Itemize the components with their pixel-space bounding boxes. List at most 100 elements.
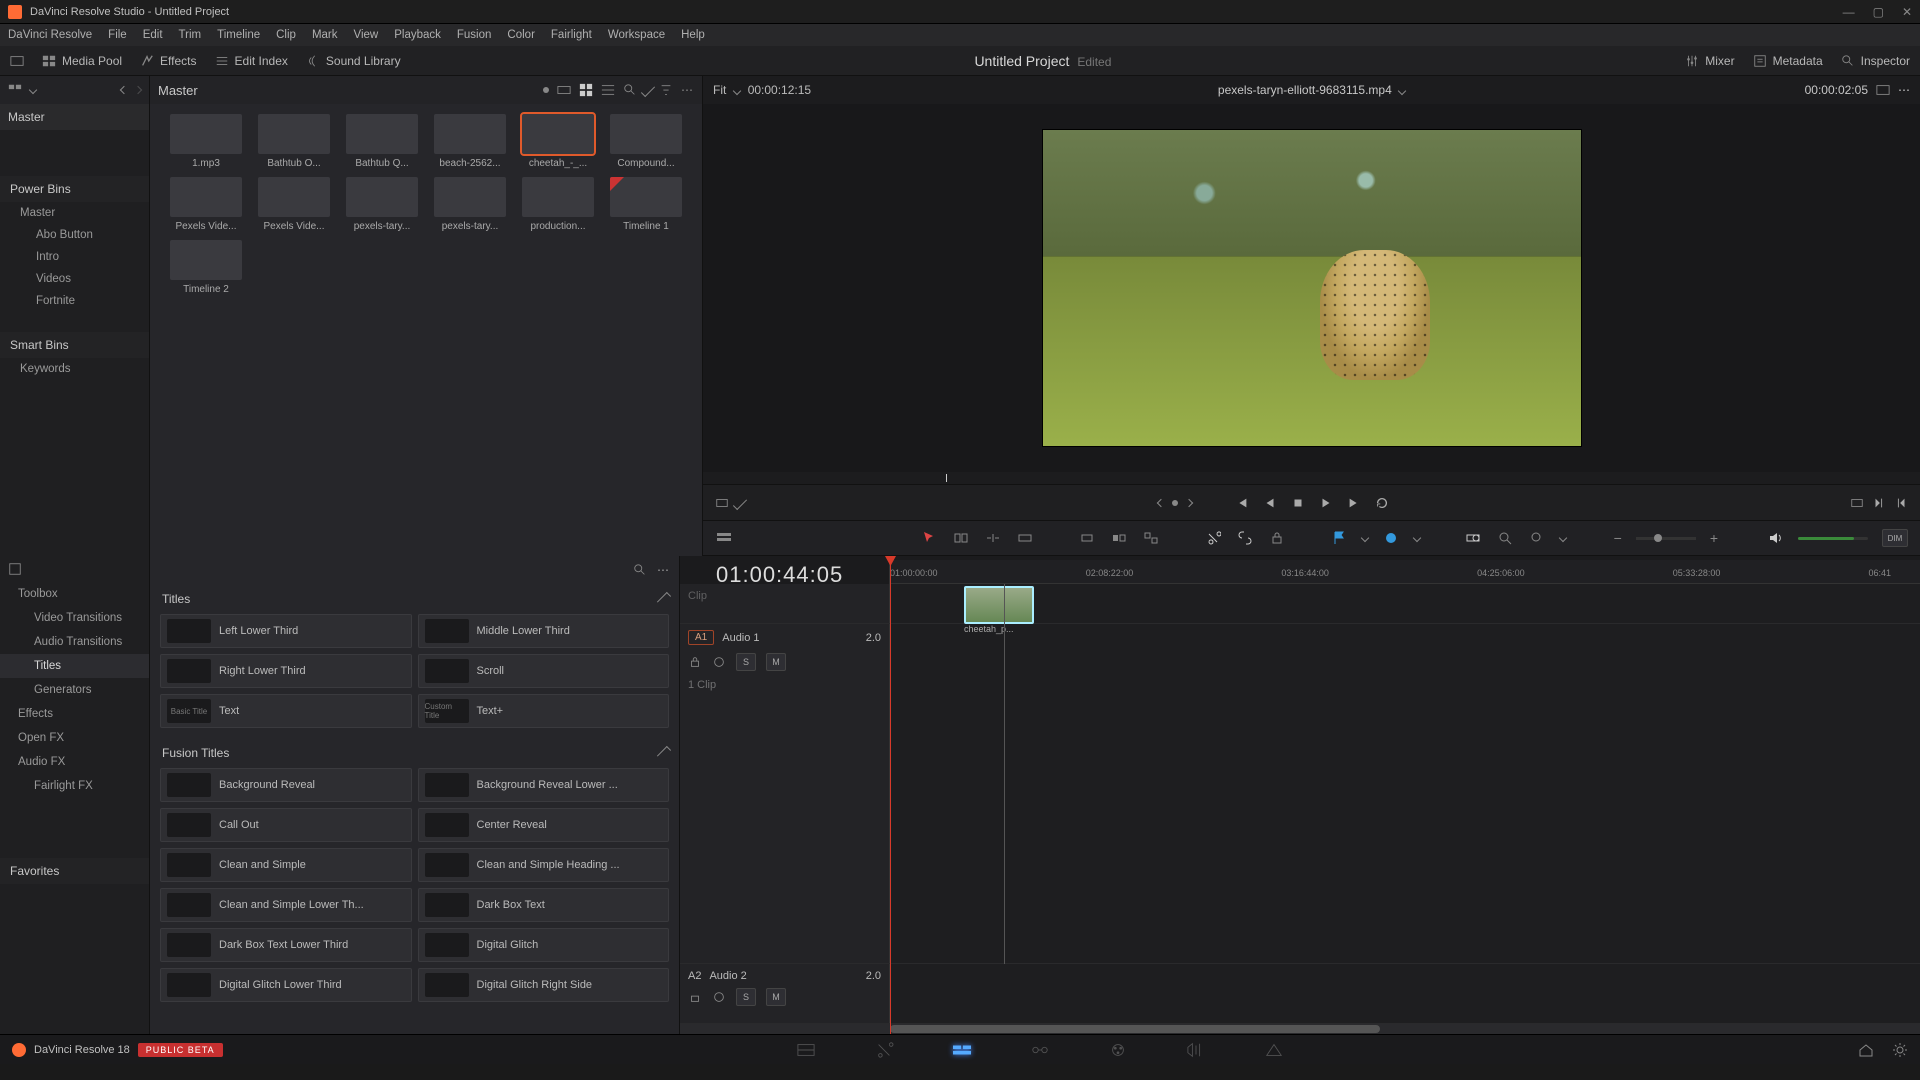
- loop-icon[interactable]: [1375, 496, 1389, 510]
- title-preset[interactable]: Middle Lower Third: [418, 614, 670, 648]
- media-thumb[interactable]: beach-2562...: [428, 114, 512, 169]
- flag-icon[interactable]: [1330, 529, 1348, 547]
- bin-item[interactable]: Intro: [0, 246, 149, 268]
- fx-search-icon[interactable]: [633, 563, 647, 577]
- dynamic-trim-icon[interactable]: [984, 529, 1002, 547]
- mark-in-icon[interactable]: [1872, 496, 1886, 510]
- fusion-title-preset[interactable]: Call Out: [160, 808, 412, 842]
- settings-icon[interactable]: [1892, 1042, 1908, 1058]
- fusion-title-preset[interactable]: Digital Glitch Right Side: [418, 968, 670, 1002]
- fusion-title-preset[interactable]: Dark Box Text: [418, 888, 670, 922]
- color-page-icon[interactable]: [1107, 1041, 1129, 1059]
- media-page-icon[interactable]: [795, 1041, 817, 1059]
- media-thumb[interactable]: pexels-tary...: [340, 177, 424, 232]
- viewer-options-icon[interactable]: [715, 496, 729, 510]
- dragging-clip[interactable]: [964, 586, 1034, 624]
- bin-view-icon[interactable]: [8, 83, 22, 97]
- minimize-button[interactable]: —: [1843, 5, 1855, 19]
- fx-panel-icon[interactable]: [8, 562, 22, 576]
- fit-dropdown[interactable]: Fit: [713, 83, 740, 97]
- blade-tool-icon[interactable]: [1016, 529, 1034, 547]
- bin-item[interactable]: Master: [0, 202, 149, 224]
- fx-category[interactable]: Fairlight FX: [0, 774, 149, 798]
- menu-edit[interactable]: Edit: [143, 29, 163, 41]
- viewer-clip-name[interactable]: pexels-taryn-elliott-9683115.mp4: [913, 83, 1710, 97]
- media-thumb[interactable]: pexels-tary...: [428, 177, 512, 232]
- mute-button[interactable]: M: [766, 653, 786, 671]
- titles-group-header[interactable]: Titles: [162, 592, 190, 606]
- fusion-title-preset[interactable]: Clean and Simple Lower Th...: [160, 888, 412, 922]
- edit-page-icon[interactable]: [951, 1041, 973, 1059]
- volume-slider[interactable]: [1798, 537, 1868, 540]
- bin-view-dropdown[interactable]: [29, 86, 37, 94]
- play-icon[interactable]: [1319, 496, 1333, 510]
- title-preset[interactable]: Basic TitleText: [160, 694, 412, 728]
- zoom-toggle-icon[interactable]: [1464, 529, 1482, 547]
- power-bins-header[interactable]: Power Bins: [0, 176, 149, 202]
- zoom-out-icon[interactable]: −: [1614, 530, 1622, 546]
- strip-view-icon[interactable]: [557, 83, 571, 97]
- media-thumb[interactable]: production...: [516, 177, 600, 232]
- fx-category[interactable]: Toolbox: [0, 582, 149, 606]
- fusion-page-icon[interactable]: [1029, 1041, 1051, 1059]
- track-header-a2[interactable]: A2 Audio 2 2.0 S M: [680, 964, 890, 1023]
- edit-index-toggle[interactable]: Edit Index: [215, 54, 288, 68]
- menu-timeline[interactable]: Timeline: [217, 29, 260, 41]
- next-clip-nav[interactable]: [1185, 498, 1193, 506]
- media-thumb[interactable]: Bathtub O...: [252, 114, 336, 169]
- playhead[interactable]: [890, 556, 891, 1034]
- track-body-a1[interactable]: cheetah_p...: [890, 624, 1920, 963]
- title-preset[interactable]: Right Lower Third: [160, 654, 412, 688]
- fusion-title-preset[interactable]: Background Reveal Lower ...: [418, 768, 670, 802]
- effects-toggle[interactable]: Effects: [140, 54, 196, 68]
- arrow-tool-icon[interactable]: [920, 529, 938, 547]
- sort-icon[interactable]: [659, 83, 673, 97]
- zoom-slider[interactable]: [1636, 537, 1696, 540]
- insert-clip-icon[interactable]: [1078, 529, 1096, 547]
- media-thumb[interactable]: Pexels Vide...: [164, 177, 248, 232]
- media-thumb[interactable]: 1.mp3: [164, 114, 248, 169]
- menu-file[interactable]: File: [108, 29, 127, 41]
- bin-item[interactable]: Keywords: [0, 358, 149, 380]
- bin-nav-fwd[interactable]: [134, 86, 142, 94]
- bin-item[interactable]: Fortnite: [0, 290, 149, 312]
- list-view-icon[interactable]: [601, 83, 615, 97]
- fusion-title-preset[interactable]: Background Reveal: [160, 768, 412, 802]
- bin-root[interactable]: Master: [0, 104, 149, 130]
- fusion-title-preset[interactable]: Dark Box Text Lower Third: [160, 928, 412, 962]
- expand-button[interactable]: [10, 54, 24, 68]
- zoom-in-icon[interactable]: +: [1710, 530, 1718, 546]
- fx-category[interactable]: Audio Transitions: [0, 630, 149, 654]
- fx-category[interactable]: Audio FX: [0, 750, 149, 774]
- link-icon[interactable]: [1236, 529, 1254, 547]
- track-body-a2[interactable]: [890, 964, 1920, 1023]
- bin-nav-back[interactable]: [120, 86, 128, 94]
- goto-end-icon[interactable]: [1347, 496, 1361, 510]
- goto-start-icon[interactable]: [1235, 496, 1249, 510]
- menu-color[interactable]: Color: [507, 29, 534, 41]
- menu-mark[interactable]: Mark: [312, 29, 338, 41]
- home-icon[interactable]: [1858, 1042, 1874, 1058]
- inspector-toggle[interactable]: Inspector: [1841, 54, 1910, 68]
- favorites-header[interactable]: Favorites: [0, 858, 149, 884]
- deliver-page-icon[interactable]: [1263, 1041, 1285, 1059]
- media-thumb[interactable]: Timeline 1: [604, 177, 688, 232]
- viewer-options-dropdown[interactable]: [733, 495, 747, 509]
- fx-category[interactable]: Effects: [0, 702, 149, 726]
- metadata-toggle[interactable]: Metadata: [1753, 54, 1823, 68]
- more-icon[interactable]: ⋯: [681, 83, 694, 97]
- replace-clip-icon[interactable]: [1142, 529, 1160, 547]
- fx-category[interactable]: Open FX: [0, 726, 149, 750]
- viewer-scrubber[interactable]: [703, 472, 1920, 484]
- step-back-icon[interactable]: [1263, 496, 1277, 510]
- viewer-more-icon[interactable]: ⋯: [1898, 83, 1910, 97]
- volume-icon[interactable]: [1766, 529, 1784, 547]
- menu-davinci-resolve[interactable]: DaVinci Resolve: [8, 29, 92, 41]
- dim-button[interactable]: DIM: [1882, 529, 1908, 547]
- zoom-custom-icon[interactable]: [1496, 529, 1514, 547]
- fusion-title-preset[interactable]: Digital Glitch: [418, 928, 670, 962]
- media-pool-toggle[interactable]: Media Pool: [42, 54, 122, 68]
- zoom-search-icon[interactable]: [1528, 529, 1546, 547]
- menu-playback[interactable]: Playback: [394, 29, 441, 41]
- mute-button[interactable]: M: [766, 988, 786, 1006]
